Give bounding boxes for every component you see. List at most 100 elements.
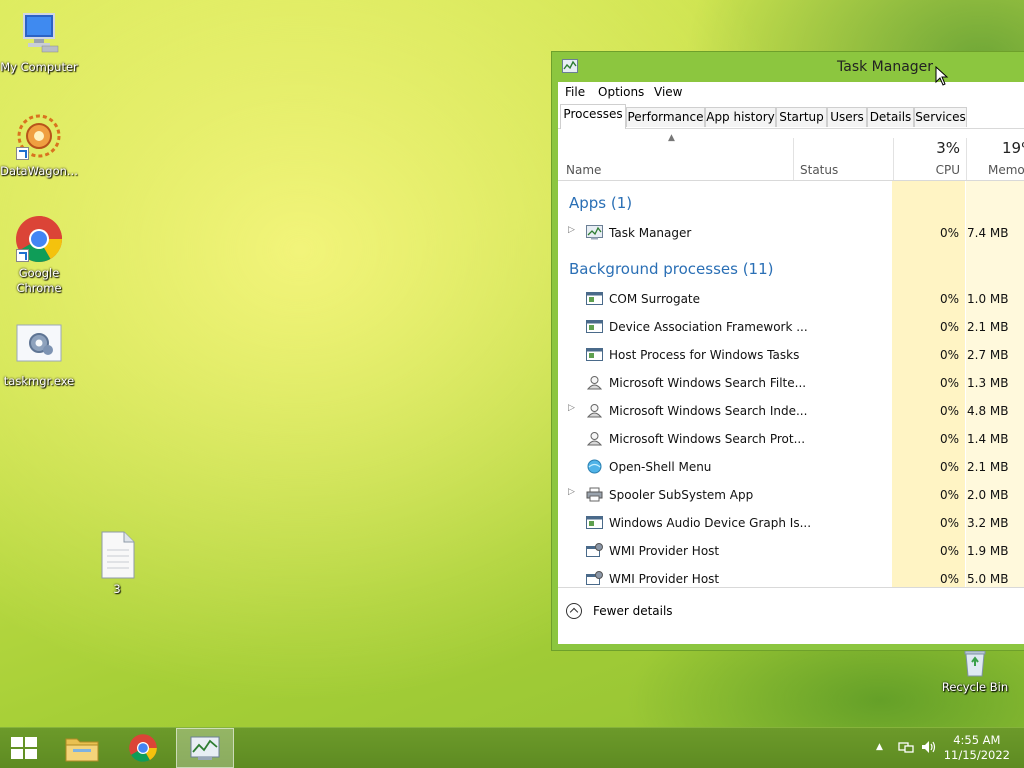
datawagon-icon xyxy=(14,112,64,162)
search-user-icon xyxy=(586,431,603,446)
search-user-icon xyxy=(586,403,603,418)
process-memory: 2.1 MB xyxy=(967,320,1009,334)
process-name: Spooler SubSystem App xyxy=(609,488,754,502)
menu-view[interactable]: View xyxy=(654,85,682,99)
process-memory: 5.0 MB xyxy=(967,572,1009,586)
process-name: Open-Shell Menu xyxy=(609,460,712,474)
chrome-icon xyxy=(129,734,157,762)
process-memory: 1.4 MB xyxy=(967,432,1009,446)
chrome-icon xyxy=(14,214,64,264)
menu-bar: File Options View xyxy=(558,82,1024,102)
process-cpu: 0% xyxy=(939,460,959,474)
column-cpu[interactable]: CPU xyxy=(898,163,960,177)
text-file-icon xyxy=(92,530,142,580)
window-app-icon xyxy=(586,319,603,334)
tab-users[interactable]: Users xyxy=(827,107,867,127)
expand-arrow-icon[interactable]: ▷ xyxy=(568,225,575,235)
process-name: COM Surrogate xyxy=(609,292,701,306)
desktop-icon-google-chrome[interactable]: Google Chrome xyxy=(0,214,78,296)
window-app-icon xyxy=(586,515,603,530)
tab-performance[interactable]: Performance xyxy=(626,107,705,127)
process-row[interactable]: ▷ Spooler SubSystem App 0% 2.0 MB xyxy=(558,481,1024,509)
process-memory: 2.7 MB xyxy=(967,348,1009,362)
desktop-icon-datawagon[interactable]: DataWagon... xyxy=(0,112,78,179)
process-row[interactable]: Microsoft Windows Search Filte... 0% 1.3 M… xyxy=(558,369,1024,397)
shortcut-arrow-icon xyxy=(16,249,29,262)
process-row[interactable]: Device Association Framework ... 0% 2.1 MB xyxy=(558,313,1024,341)
taskbar-chrome[interactable] xyxy=(115,728,173,768)
fewer-details-icon[interactable] xyxy=(566,603,582,619)
taskbar-file-explorer[interactable] xyxy=(53,728,111,768)
taskbar-task-manager[interactable] xyxy=(176,728,234,768)
system-clock[interactable]: 4:55 AM 11/15/2022 xyxy=(944,733,1010,763)
group-background-processes: Background processes (11) xyxy=(569,260,774,278)
menu-options[interactable]: Options xyxy=(598,85,644,99)
process-memory: 2.1 MB xyxy=(967,460,1009,474)
process-cpu: 0% xyxy=(939,488,959,502)
fewer-details-link[interactable]: Fewer details xyxy=(593,604,673,618)
task-manager-window: Task Manager File Options View Processes… xyxy=(551,51,1024,651)
folder-icon xyxy=(65,738,99,762)
start-button[interactable] xyxy=(0,728,48,768)
process-row[interactable]: ▷ Microsoft Windows Search Inde... 0% 4.8 M… xyxy=(558,397,1024,425)
process-memory: 1.0 MB xyxy=(967,292,1009,306)
process-row[interactable]: Windows Audio Device Graph Is... 0% 3.2 MB xyxy=(558,509,1024,537)
process-memory: 7.4 MB xyxy=(967,226,1009,240)
desktop-icon-taskmgr-exe[interactable]: taskmgr.exe xyxy=(0,322,78,389)
process-cpu: 0% xyxy=(939,544,959,558)
process-row[interactable]: COM Surrogate 0% 1.0 MB xyxy=(558,285,1024,313)
process-name: Task Manager xyxy=(609,226,692,240)
task-manager-icon xyxy=(190,736,220,760)
process-cpu: 0% xyxy=(939,432,959,446)
process-memory: 2.0 MB xyxy=(967,488,1009,502)
process-row[interactable]: Open-Shell Menu 0% 2.1 MB xyxy=(558,453,1024,481)
volume-icon[interactable] xyxy=(921,740,937,754)
process-row[interactable]: ▷ Task Manager 0% 7.4 MB xyxy=(558,219,1024,247)
process-list: Apps (1) ▷ Task Manager 0% 7.4 MB Background … xyxy=(558,181,1024,588)
desktop-icon-label: My Computer xyxy=(0,60,78,74)
process-cpu: 0% xyxy=(939,226,959,240)
process-memory: 1.9 MB xyxy=(967,544,1009,558)
desktop-icon-file-3[interactable]: 3 xyxy=(78,530,156,597)
window-title: Task Manager xyxy=(837,59,934,75)
footer: Fewer details xyxy=(558,587,1024,644)
process-row[interactable]: Host Process for Windows Tasks 0% 2.7 MB xyxy=(558,341,1024,369)
expand-arrow-icon[interactable]: ▷ xyxy=(568,487,575,497)
desktop-icon-label: 3 xyxy=(113,582,121,596)
column-memory[interactable]: Memory xyxy=(988,163,1024,177)
desktop-icon-recycle-bin[interactable]: Recycle Bin xyxy=(936,646,1014,695)
desktop-icon-label: Google Chrome xyxy=(16,266,62,295)
tab-app-history[interactable]: App history xyxy=(705,107,776,127)
tab-services[interactable]: Services xyxy=(914,107,967,127)
wmi-icon xyxy=(586,543,603,558)
task-manager-body: File Options View Processes Performance … xyxy=(558,82,1024,644)
column-status[interactable]: Status xyxy=(800,163,838,177)
title-bar[interactable]: Task Manager xyxy=(552,52,1024,82)
column-name[interactable]: Name xyxy=(566,163,601,177)
expand-arrow-icon[interactable]: ▷ xyxy=(568,403,575,413)
cpu-total: 3% xyxy=(936,139,960,157)
tab-details[interactable]: Details xyxy=(867,107,914,127)
process-name: WMI Provider Host xyxy=(609,544,720,558)
shell-icon xyxy=(586,459,603,474)
desktop-icon-my-computer[interactable]: My Computer xyxy=(0,8,78,75)
process-name: Device Association Framework ... xyxy=(609,320,808,334)
tab-processes[interactable]: Processes xyxy=(560,104,626,129)
process-row[interactable]: Microsoft Windows Search Prot... 0% 1.4 MB xyxy=(558,425,1024,453)
computer-icon xyxy=(14,8,64,58)
desktop-icon-label: Recycle Bin xyxy=(941,680,1009,694)
clock-date: 11/15/2022 xyxy=(943,748,1010,762)
tab-strip: Processes Performance App history Startu… xyxy=(558,104,1024,129)
process-name: WMI Provider Host xyxy=(609,572,720,586)
process-cpu: 0% xyxy=(939,572,959,586)
process-name: Microsoft Windows Search Inde... xyxy=(609,404,808,418)
network-icon[interactable] xyxy=(898,740,914,754)
process-memory: 3.2 MB xyxy=(967,516,1009,530)
show-hidden-icons-icon[interactable]: ▲ xyxy=(876,742,883,752)
printer-icon xyxy=(586,487,603,502)
menu-file[interactable]: File xyxy=(565,85,585,99)
search-user-icon xyxy=(586,375,603,390)
process-memory: 1.3 MB xyxy=(967,376,1009,390)
tab-startup[interactable]: Startup xyxy=(776,107,827,127)
process-row[interactable]: WMI Provider Host 0% 1.9 MB xyxy=(558,537,1024,565)
